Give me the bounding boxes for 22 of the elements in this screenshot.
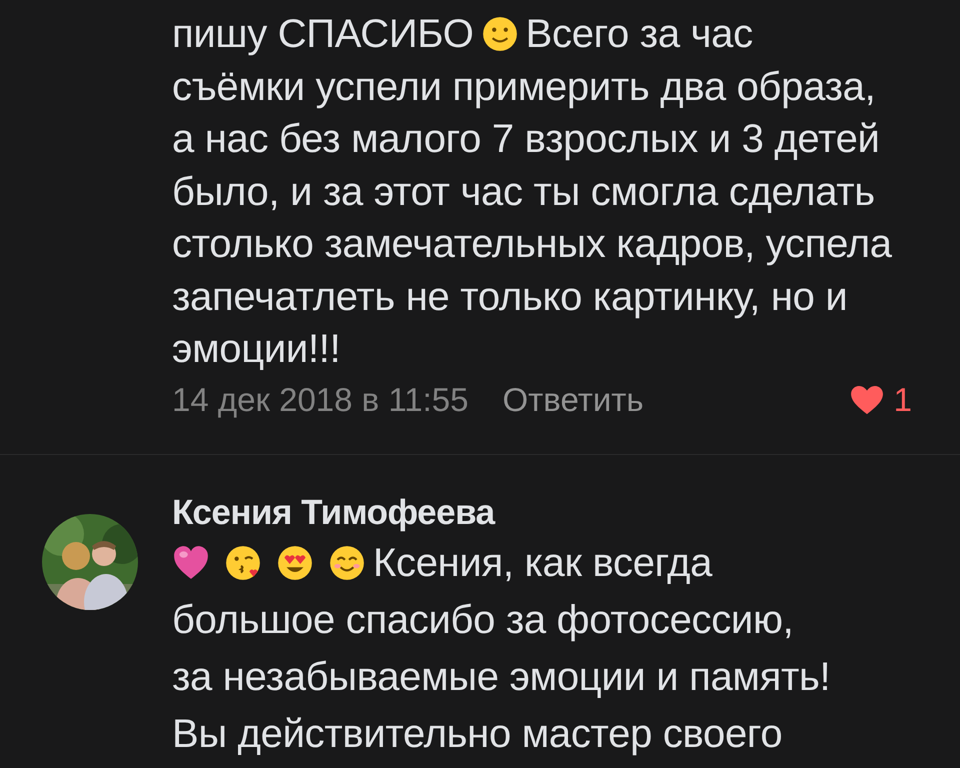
comment-text: Всего за час	[526, 14, 753, 54]
comment-text: эмоции!!!	[172, 329, 340, 370]
like-button[interactable]: 1	[850, 380, 920, 418]
comment-text: а нас без малого 7 взрослых и 3 детей	[172, 119, 880, 160]
comment-text: запечатлеть не только картинку, но и	[172, 276, 848, 317]
comment-text: Ксения, как всегда	[373, 543, 712, 583]
comment-date: 14 дек 2018 в 11:55	[172, 380, 469, 418]
smiling-face-icon	[328, 544, 366, 582]
comment-text: пишу СПАСИБО	[172, 14, 474, 54]
comment-text: за незабываемые эмоции и память!	[172, 657, 830, 697]
comment-text: столько замечательных кадров, успела	[172, 224, 892, 264]
comment-text: съёмки успели примерить два образа,	[172, 66, 876, 107]
heart-icon	[850, 384, 884, 414]
heart-eyes-face-icon	[276, 544, 314, 582]
like-count: 1	[894, 380, 912, 418]
author-name: Ксения Тимофеева	[172, 492, 496, 534]
reply-link[interactable]: Ответить	[502, 380, 644, 418]
kissing-face-icon	[224, 544, 262, 582]
comment-text: большое спасибо за фотосессию,	[172, 600, 794, 640]
smiling-face-icon	[480, 15, 519, 54]
comment-text: было, и за этот час ты смогла сделать	[172, 172, 875, 212]
comment-text: Вы действительно мастер своего	[172, 714, 782, 754]
